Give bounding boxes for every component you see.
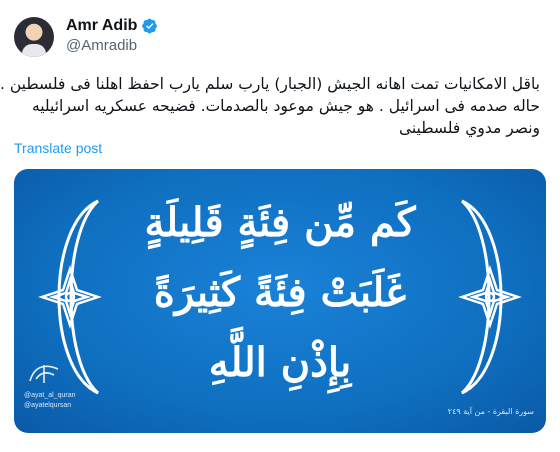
verified-badge-icon	[142, 18, 158, 34]
crescent-star-ornament-right-icon	[458, 199, 522, 395]
tweet-text: باقل الامكانيات تمت اهانه الجيش (الجبار)…	[0, 73, 540, 139]
avatar-shirt	[22, 44, 46, 57]
instagram-handle: @ayatelqursan	[24, 402, 72, 409]
author-name[interactable]: Amr Adib	[66, 17, 137, 35]
author-name-row: Amr Adib	[66, 16, 158, 36]
verse-line-2: غَلَبَتْ فِئَةً كَثِيرَةً	[153, 269, 407, 316]
verse-line-3: بِإِذْنِ اللَّهِ	[208, 339, 352, 386]
author-handle[interactable]: @Amradib	[66, 37, 137, 54]
tweet-image[interactable]: كَم مِّن فِئَةٍ قَلِيلَةٍ غَلَبَتْ فِئَة…	[14, 169, 546, 433]
author-avatar[interactable]	[14, 17, 54, 57]
verse-source: سورة البقرة - من آية ٢٤٩	[447, 407, 534, 416]
social-handles: @ayat_al_quran @ayatelqursan	[24, 391, 75, 411]
tweet-text-line: باقل الامكانيات تمت اهانه الجيش (الجبار)…	[0, 75, 540, 93]
translate-post-link[interactable]: Translate post	[14, 140, 102, 156]
twitter-handle: @ayat_al_quran	[24, 392, 76, 399]
verse-line-1: كَم مِّن فِئَةٍ قَلِيلَةٍ	[144, 199, 416, 246]
tweet-text-line: ونصر مدوي فلسطينى	[398, 119, 540, 137]
tweet-text-line: حاله صدمه فى اسرائيل . هو جيش موعود بالص…	[31, 97, 540, 115]
calligraphy-logo-icon	[29, 365, 59, 383]
